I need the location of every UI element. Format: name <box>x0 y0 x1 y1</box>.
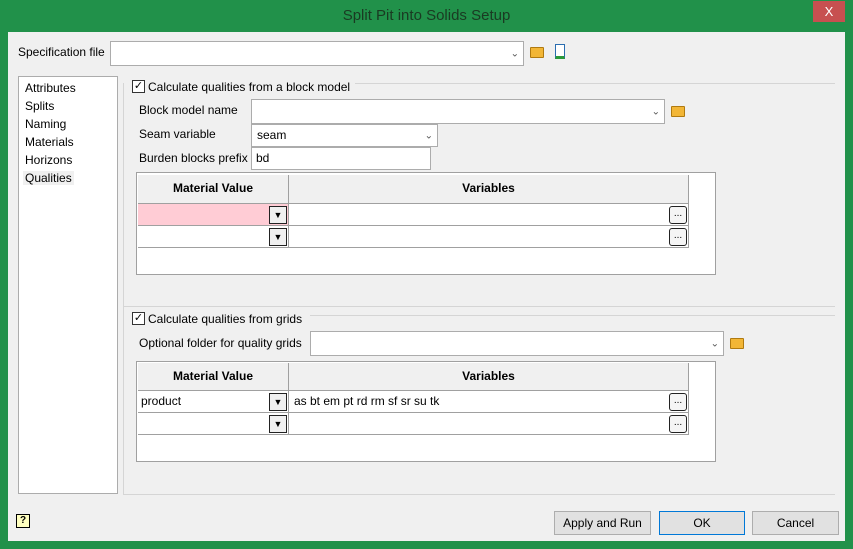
open-folder-icon[interactable] <box>671 106 685 117</box>
block-quality-table: Material Value Variables ▼ ... ▼ ... <box>136 172 716 275</box>
ellipsis-button[interactable]: ... <box>669 415 687 433</box>
group-line <box>310 315 835 316</box>
sidebar-list: Attributes Splits Naming Materials Horiz… <box>18 76 118 494</box>
col-header-variables[interactable]: Variables <box>289 175 689 204</box>
save-spec-icon[interactable] <box>555 44 565 59</box>
variables-cell[interactable]: as bt em pt rd rm sf sr su tk <box>289 391 689 413</box>
sidebar-item-horizons[interactable]: Horizons <box>25 153 72 167</box>
block-model-label: Block model name <box>139 103 238 117</box>
seam-variable-value: seam <box>257 128 287 142</box>
burden-prefix-label: Burden blocks prefix <box>139 151 248 165</box>
block-model-checkbox-label: Calculate qualities from a block model <box>148 80 351 94</box>
ok-button[interactable]: OK <box>659 511 745 535</box>
sidebar-item-qualities[interactable]: Qualities <box>23 171 74 185</box>
sidebar-item-naming[interactable]: Naming <box>25 117 66 131</box>
col-header-variables[interactable]: Variables <box>289 363 689 391</box>
variables-cell[interactable] <box>289 413 689 435</box>
panel-divider <box>123 83 124 494</box>
grids-checkbox[interactable]: ✓ <box>132 312 145 325</box>
open-folder-icon[interactable] <box>730 338 744 349</box>
dropdown-arrow-icon[interactable]: ▼ <box>269 228 287 246</box>
material-cell[interactable] <box>138 413 289 435</box>
col-header-material[interactable]: Material Value <box>138 175 289 204</box>
chevron-down-icon: ⌄ <box>651 106 660 117</box>
grids-checkbox-label: Calculate qualities from grids <box>148 312 303 326</box>
ellipsis-button[interactable]: ... <box>669 228 687 246</box>
seam-variable-select[interactable]: seam ⌄ <box>251 124 438 147</box>
apply-and-run-button[interactable]: Apply and Run <box>554 511 651 535</box>
sidebar-item-materials[interactable]: Materials <box>25 135 74 149</box>
chevron-down-icon: ⌄ <box>710 338 719 349</box>
burden-prefix-input[interactable]: bd <box>251 147 431 170</box>
seam-variable-label: Seam variable <box>139 127 216 141</box>
sidebar-item-splits[interactable]: Splits <box>25 99 54 113</box>
block-model-combo[interactable]: ⌄ <box>251 99 665 124</box>
group-line <box>123 306 835 307</box>
dropdown-arrow-icon[interactable]: ▼ <box>269 415 287 433</box>
open-folder-icon[interactable] <box>530 47 544 58</box>
dropdown-arrow-icon[interactable]: ▼ <box>269 393 287 411</box>
group-line <box>123 494 835 495</box>
help-icon[interactable]: ? <box>16 514 30 528</box>
ellipsis-button[interactable]: ... <box>669 393 687 411</box>
sidebar-item-attributes[interactable]: Attributes <box>25 81 76 95</box>
material-cell[interactable] <box>138 226 289 248</box>
chevron-down-icon: ⌄ <box>424 130 433 141</box>
col-header-material[interactable]: Material Value <box>138 363 289 391</box>
title-bar: Split Pit into Solids Setup <box>342 7 511 24</box>
dropdown-arrow-icon[interactable]: ▼ <box>269 206 287 224</box>
quality-folder-label: Optional folder for quality grids <box>139 336 302 350</box>
quality-folder-combo[interactable]: ⌄ <box>310 331 724 356</box>
variables-cell[interactable] <box>289 204 689 226</box>
close-button[interactable]: X <box>813 1 845 22</box>
material-cell[interactable]: product <box>138 391 289 413</box>
spec-file-label: Specification file <box>18 45 105 59</box>
material-cell[interactable] <box>138 204 289 226</box>
block-model-checkbox[interactable]: ✓ <box>132 80 145 93</box>
chevron-down-icon: ⌄ <box>510 48 519 59</box>
variables-cell[interactable] <box>289 226 689 248</box>
cancel-button[interactable]: Cancel <box>752 511 839 535</box>
ellipsis-button[interactable]: ... <box>669 206 687 224</box>
spec-file-combo[interactable]: ⌄ <box>110 41 524 66</box>
grid-quality-table: Material Value Variables product ▼ as bt… <box>136 361 716 462</box>
group-line <box>355 83 835 84</box>
